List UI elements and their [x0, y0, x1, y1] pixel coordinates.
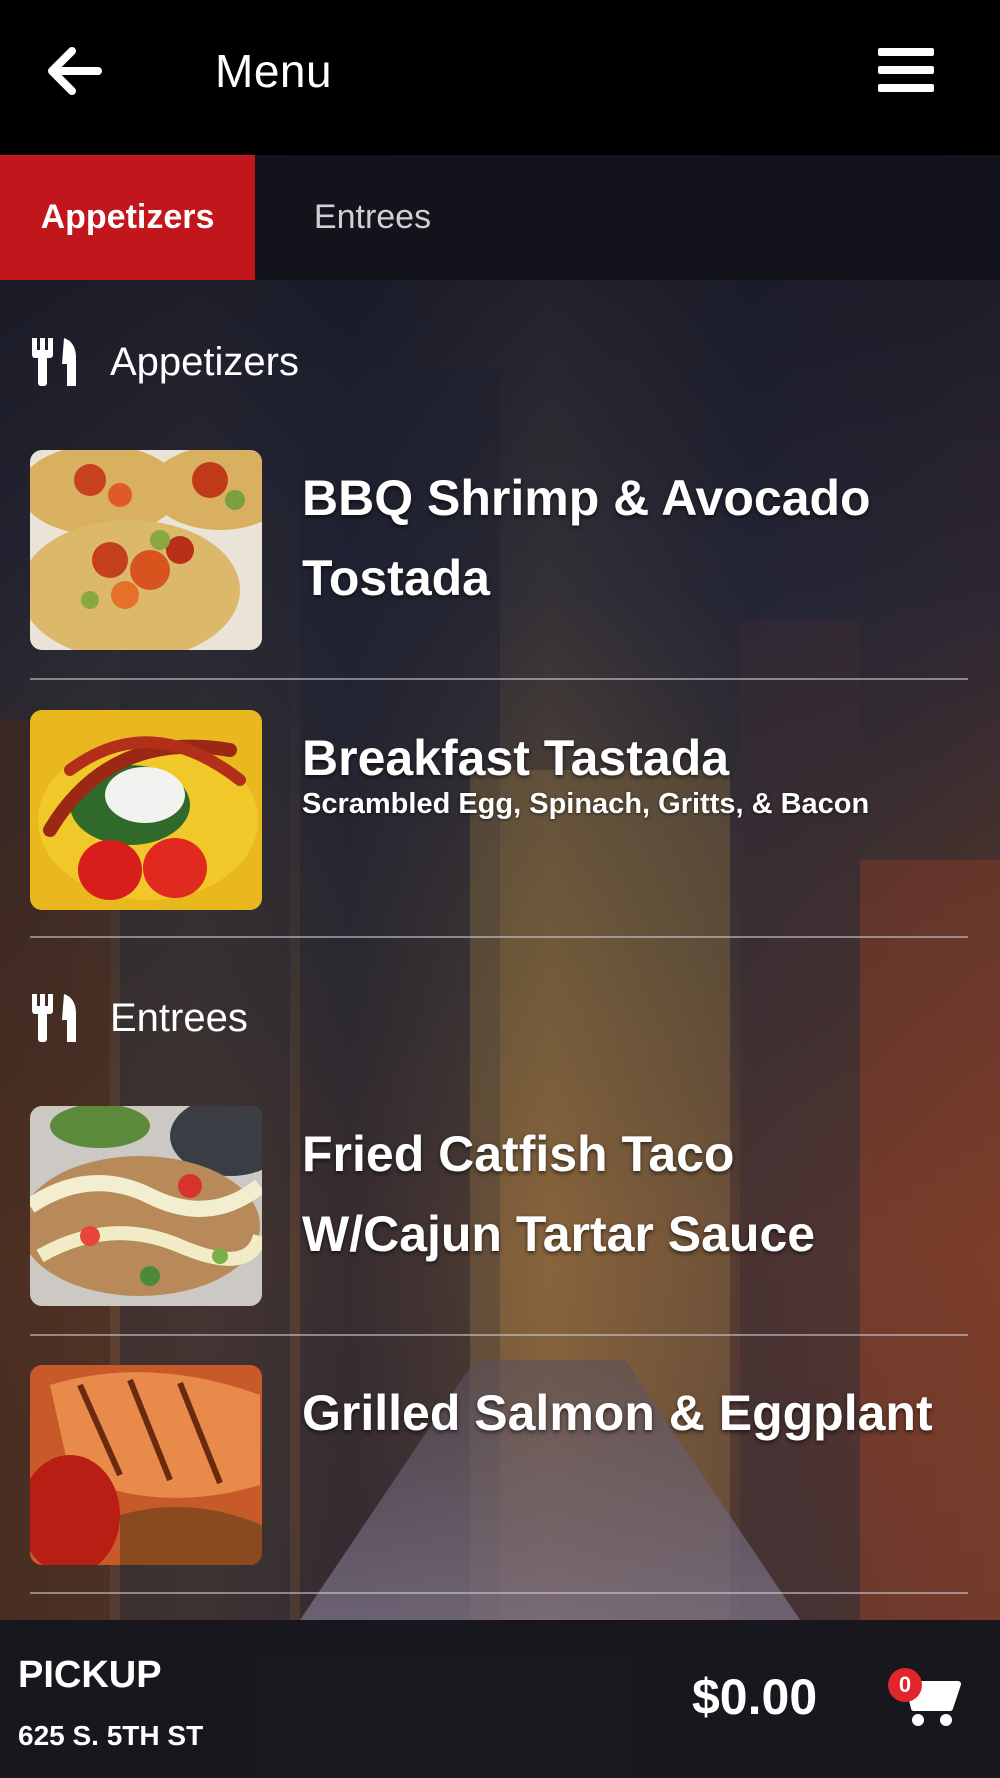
page-title: Menu [215, 45, 333, 97]
menu-item-fried-catfish-taco[interactable]: Fried Catfish Taco W/Cajun Tartar Sauce [30, 1106, 968, 1336]
tab-appetizers[interactable]: Appetizers [0, 155, 255, 280]
item-divider [30, 1592, 968, 1594]
food-photo [30, 1365, 262, 1565]
arrow-left-icon[interactable] [44, 46, 102, 96]
order-summary-bar: PICKUP 625 S. 5TH ST $0.00 0 [0, 1620, 1000, 1778]
food-photo [30, 450, 262, 650]
item-description: Scrambled Egg, Spinach, Gritts, & Bacon [302, 788, 870, 820]
food-photo [30, 710, 262, 910]
item-name: Fried Catfish Taco W/Cajun Tartar Sauce [302, 1126, 816, 1262]
item-name: Grilled Salmon & Eggplant [302, 1385, 933, 1441]
item-divider [30, 936, 968, 938]
order-type-label[interactable]: PICKUP [18, 1654, 162, 1697]
fork-knife-icon [32, 338, 76, 386]
top-app-bar: Menu [0, 0, 1000, 155]
section-header-appetizers: Appetizers [30, 332, 299, 392]
menu-item-breakfast-tastada[interactable]: Breakfast Tastada Scrambled Egg, Spinach… [30, 710, 968, 940]
section-title: Appetizers [110, 339, 299, 384]
cart-button[interactable]: 0 [888, 1668, 962, 1730]
pickup-address: 625 S. 5TH ST [18, 1720, 204, 1751]
tab-entrees[interactable]: Entrees [270, 155, 475, 280]
category-tabs: Appetizers Entrees [0, 155, 1000, 280]
food-photo [30, 1106, 262, 1306]
section-title: Entrees [110, 995, 248, 1040]
item-name: Breakfast Tastada [302, 730, 730, 786]
section-header-entrees: Entrees [30, 988, 248, 1048]
item-divider [30, 1334, 968, 1336]
item-divider [30, 678, 968, 680]
menu-item-grilled-salmon[interactable]: Grilled Salmon & Eggplant [30, 1365, 968, 1595]
item-name: BBQ Shrimp & Avocado Tostada [302, 470, 871, 606]
hamburger-icon[interactable] [878, 48, 934, 92]
menu-item-bbq-shrimp-tostada[interactable]: BBQ Shrimp & Avocado Tostada [30, 450, 968, 680]
fork-knife-icon [32, 994, 76, 1042]
order-total: $0.00 [692, 1669, 818, 1725]
cart-count-badge: 0 [888, 1668, 922, 1702]
